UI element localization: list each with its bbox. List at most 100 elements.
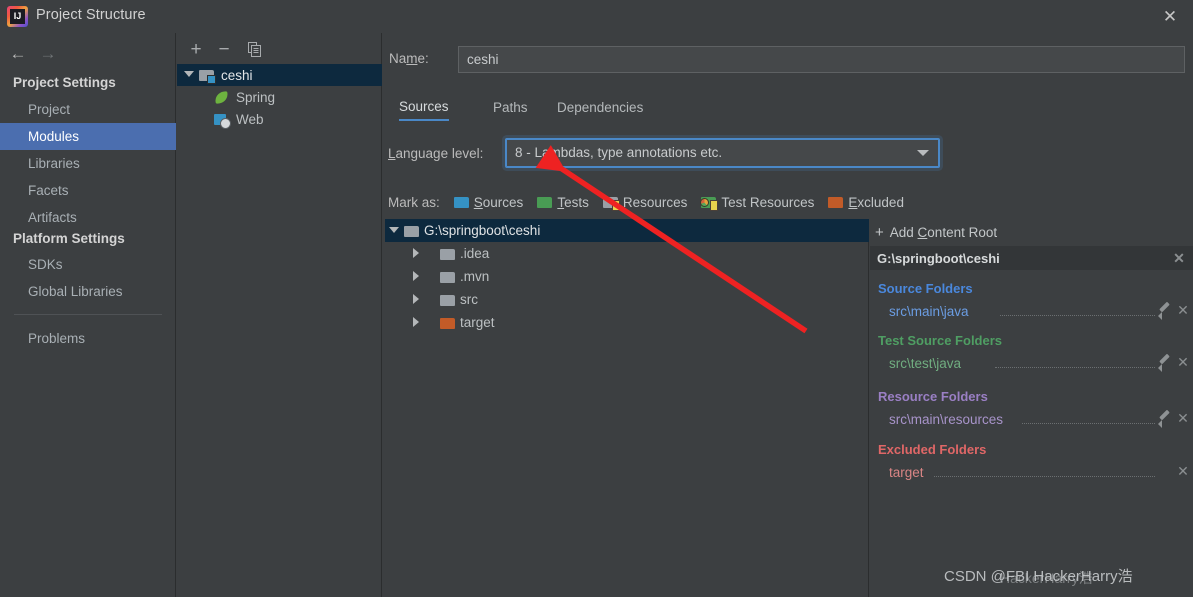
sidebar-item-global-libraries[interactable]: Global Libraries (0, 278, 176, 305)
module-tree-row-ceshi[interactable]: ceshi (177, 64, 382, 86)
chevron-right-icon[interactable] (411, 248, 422, 259)
sidebar-item-label: Global Libraries (28, 284, 123, 299)
folder-path-resource[interactable]: src\main\resources (889, 412, 1003, 427)
mark-as-resources-button[interactable]: Resources (602, 194, 688, 211)
settings-sidebar: ← → Project Settings Project Modules Lib… (0, 33, 176, 597)
chevron-down-icon[interactable] (184, 70, 194, 80)
edit-test-source-folder-icon[interactable] (1157, 354, 1173, 372)
language-level-value: 8 - Lambdas, type annotations etc. (515, 145, 723, 160)
spring-leaf-icon (214, 90, 231, 105)
mark-as-label-excluded: Excluded (848, 194, 904, 210)
folder-path-excluded[interactable]: target (889, 465, 924, 480)
add-content-root-button[interactable]: + Add Content Root (870, 219, 1193, 245)
sidebar-item-facets[interactable]: Facets (0, 177, 176, 204)
sidebar-item-libraries[interactable]: Libraries (0, 150, 176, 177)
close-icon[interactable]: ✕ (1147, 0, 1193, 32)
chevron-right-icon[interactable] (411, 294, 422, 305)
language-level-dropdown[interactable]: 8 - Lambdas, type annotations etc. (505, 138, 940, 168)
chevron-right-icon[interactable] (411, 317, 422, 328)
sidebar-item-problems[interactable]: Problems (0, 325, 176, 352)
module-tree-row-web[interactable]: Web (177, 108, 382, 130)
edit-resource-folder-icon[interactable] (1157, 410, 1173, 428)
sidebar-divider (14, 314, 162, 315)
edit-source-folder-icon[interactable] (1157, 302, 1173, 320)
sidebar-item-modules[interactable]: Modules (0, 123, 176, 150)
remove-test-source-folder-icon[interactable]: ✕ (1173, 352, 1193, 372)
mark-as-sources-button[interactable]: Sources (453, 195, 523, 210)
folder-excluded-icon (440, 316, 456, 330)
folder-sources-icon (453, 195, 470, 209)
watermark-ghost-text: HackerHarry浩 (1000, 570, 1093, 586)
dot-leader (1000, 315, 1155, 316)
sidebar-item-label: Libraries (28, 156, 80, 171)
folder-path-test-source[interactable]: src\test\java (889, 356, 961, 371)
group-title-excluded-folders: Excluded Folders (878, 442, 987, 457)
window-title: Project Structure (36, 7, 146, 23)
title-bar: Project Structure ✕ (0, 0, 1193, 33)
chevron-down-icon[interactable] (917, 150, 929, 156)
mark-as-label-resources: Resources (622, 194, 688, 210)
tab-paths[interactable]: Paths (493, 93, 528, 121)
content-root-header: G:\springboot\ceshi ✕ (870, 246, 1193, 270)
name-label: Name: (389, 51, 429, 66)
content-tree-label: target (460, 315, 495, 330)
mark-as-tests-button[interactable]: Tests (537, 195, 589, 210)
tab-sources[interactable]: Sources (399, 93, 449, 121)
content-tree-row-idea[interactable]: .idea (385, 242, 869, 265)
content-tree-label: .idea (460, 246, 490, 261)
content-tree-label: .mvn (460, 269, 490, 284)
dot-leader (995, 367, 1155, 368)
sidebar-item-project[interactable]: Project (0, 96, 176, 123)
content-tree-row-root[interactable]: G:\springboot\ceshi (385, 219, 869, 242)
group-title-source-folders: Source Folders (878, 281, 973, 296)
name-row: Name: ceshi (389, 46, 1189, 74)
folder-tests-icon (537, 195, 553, 209)
chevron-right-icon[interactable] (411, 271, 422, 282)
copy-module-button[interactable] (241, 36, 267, 62)
arrow-right-icon[interactable]: → (34, 40, 62, 66)
mark-as-excluded-button[interactable]: Excluded (828, 195, 904, 210)
sidebar-item-artifacts[interactable]: Artifacts (0, 204, 176, 231)
tab-dependencies[interactable]: Dependencies (557, 93, 643, 121)
group-title-test-source-folders: Test Source Folders (878, 333, 1003, 348)
chevron-down-icon[interactable] (389, 225, 400, 236)
modules-panel: + − ceshi Spring Web (177, 33, 382, 597)
folder-test-resources-icon (700, 195, 719, 211)
content-tree-label: G:\springboot\ceshi (424, 223, 541, 238)
content-tree-row-target[interactable]: target (385, 311, 869, 334)
folder-path-source[interactable]: src\main\java (889, 304, 969, 319)
mark-as-test-resources-button[interactable]: Test Resources (700, 195, 814, 211)
editor-tabs: Sources Paths Dependencies (389, 93, 1189, 121)
facet-label: Spring (236, 89, 276, 105)
content-area: G:\springboot\ceshi .idea .mvn src targe… (383, 219, 1193, 597)
mark-as-label: Mark as: (388, 194, 440, 210)
content-root-path: G:\springboot\ceshi (877, 250, 1000, 266)
remove-resource-folder-icon[interactable]: ✕ (1173, 408, 1193, 428)
remove-content-root-icon[interactable]: ✕ (1169, 248, 1189, 268)
remove-source-folder-icon[interactable]: ✕ (1173, 300, 1193, 320)
add-module-button[interactable]: + (183, 36, 209, 62)
copy-icon (247, 41, 261, 57)
remove-module-button[interactable]: − (211, 36, 237, 62)
content-tree-row-mvn[interactable]: .mvn (385, 265, 869, 288)
folder-excluded-icon (828, 195, 844, 209)
sidebar-item-label: Artifacts (28, 210, 77, 225)
remove-excluded-folder-icon[interactable]: ✕ (1173, 461, 1193, 481)
add-content-root-label: Add Content Root (889, 224, 998, 240)
module-name-input[interactable]: ceshi (458, 46, 1185, 73)
mark-as-label-tests: Tests (557, 194, 589, 210)
content-root-details-panel: + Add Content Root G:\springboot\ceshi ✕… (870, 219, 1193, 597)
module-tree-row-spring[interactable]: Spring (177, 86, 382, 108)
intellij-idea-logo-icon (7, 6, 28, 27)
modules-toolbar: + − (177, 36, 382, 64)
group-title-resource-folders: Resource Folders (878, 389, 988, 404)
watermark: CSDN @FBI HackerHarry浩 HackerHarry浩 (944, 565, 1133, 586)
navigation-arrows: ← → (0, 40, 176, 68)
module-label: ceshi (221, 67, 253, 83)
mark-as-row: Mark as: Sources Tests Resources Test Re… (383, 190, 1193, 214)
sidebar-item-sdks[interactable]: SDKs (0, 251, 176, 278)
sidebar-item-label: Modules (28, 129, 80, 144)
content-tree-row-src[interactable]: src (385, 288, 869, 311)
arrow-left-icon[interactable]: ← (4, 40, 32, 66)
project-structure-dialog: Project Structure ✕ ← → Project Settings… (0, 0, 1193, 597)
